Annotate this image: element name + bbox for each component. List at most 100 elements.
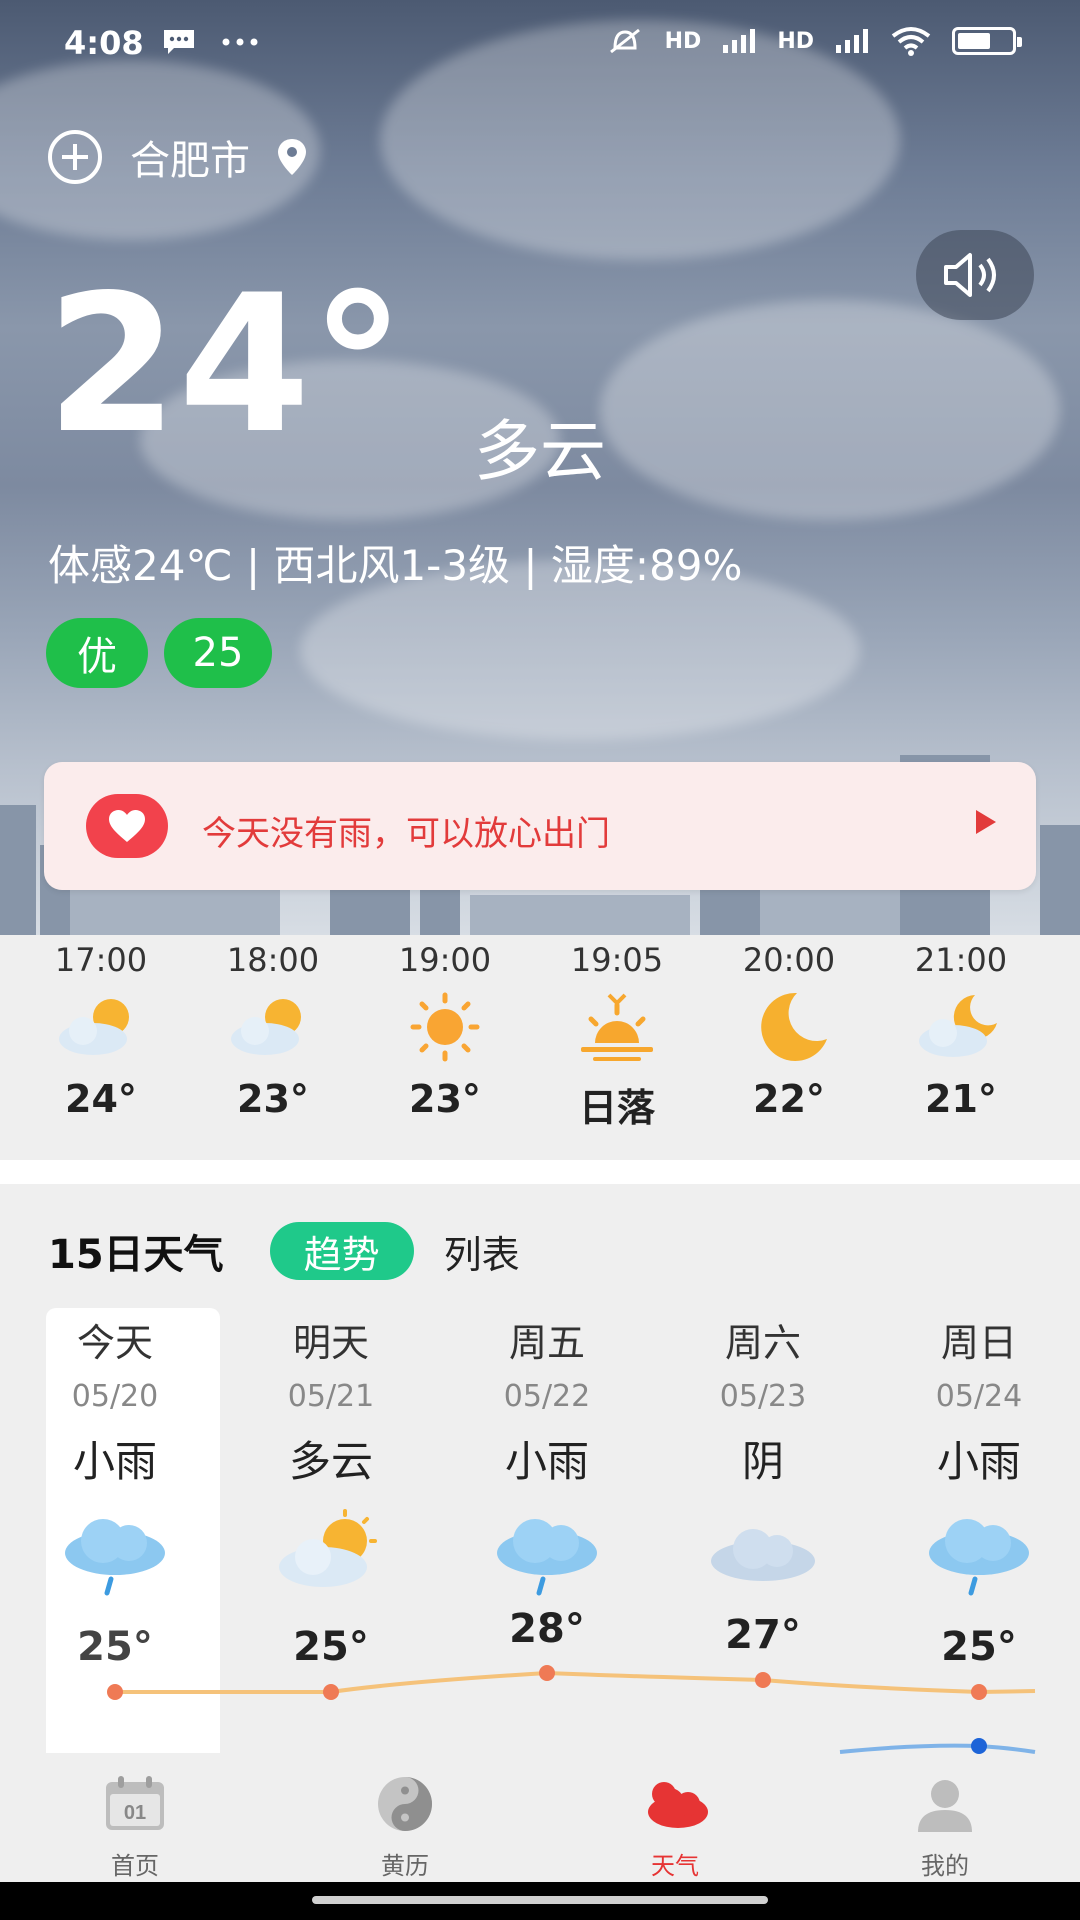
day-date: 05/21 [287, 1379, 375, 1414]
aqi-level-badge[interactable]: 优 [46, 618, 148, 688]
hourly-item[interactable]: 20:00 22° [703, 935, 875, 1121]
hourly-item[interactable]: 18:00 23° [187, 935, 359, 1121]
cloud-shape [600, 300, 1060, 520]
moon-icon [761, 992, 827, 1061]
status-notifications [162, 28, 258, 56]
day-name: 周六 [724, 1321, 801, 1365]
city-name[interactable]: 合肥市 [130, 128, 250, 186]
heart-icon [86, 794, 168, 858]
day-name: 明天 [292, 1321, 369, 1365]
alarm-muted-icon [609, 28, 640, 54]
signal-icon [723, 29, 756, 53]
battery-level [958, 33, 990, 49]
day-column[interactable]: 周六 05/23 阴 [663, 1312, 863, 1607]
signal-hd-tag: HD [664, 28, 702, 54]
hour-temp: 24° [65, 1077, 137, 1121]
day-name: 周日 [940, 1321, 1017, 1365]
high-temp-dot [971, 1684, 987, 1700]
day-condition: 阴 [741, 1437, 784, 1486]
high-temp-dot [107, 1684, 123, 1700]
tab-weather[interactable]: 天气 [600, 1774, 750, 1881]
hour-temp: 23° [237, 1077, 309, 1121]
rain-icon [929, 1519, 1029, 1596]
day-column[interactable]: 明天 05/21 多云 [231, 1312, 431, 1607]
hour-time: 17:00 [54, 941, 148, 979]
signal-hd-tag-2: HD [777, 28, 814, 54]
add-city-icon[interactable] [46, 128, 104, 186]
day-date: 05/22 [503, 1379, 591, 1414]
hour-temp: 21° [925, 1077, 997, 1121]
rain-alert-banner[interactable]: 今天没有雨，可以放心出门 [44, 762, 1036, 890]
list-tab[interactable]: 列表 [444, 1224, 520, 1279]
day-date: 05/20 [71, 1379, 159, 1414]
hourly-item[interactable]: 21:00 21° [875, 935, 1047, 1121]
speaker-icon [944, 253, 996, 297]
high-temp-dot [755, 1672, 771, 1688]
tab-label: 首页 [111, 1852, 159, 1880]
hour-temp: 22° [753, 1077, 825, 1121]
hour-time: 20:00 [742, 941, 836, 979]
day-column[interactable]: 今天 05/20 小雨 [15, 1312, 215, 1607]
tab-label: 我的 [921, 1852, 969, 1880]
hour-time: 19:05 [570, 941, 664, 979]
high-temp-line [115, 1670, 1036, 1695]
hour-time: 21:00 [914, 941, 1008, 979]
current-details: 体感24℃ | 西北风1-3级 | 湿度:89% [48, 541, 743, 590]
day-date: 05/23 [719, 1379, 807, 1414]
home-gesture-handle[interactable] [312, 1896, 768, 1904]
hourly-item[interactable]: 19:00 23° [359, 935, 531, 1121]
bottom-tab-bar: 01 首页 黄历 天气 我的 [0, 1754, 1080, 1882]
day-column[interactable]: 周五 05/22 小雨 [447, 1312, 647, 1607]
overcast-icon [711, 1529, 815, 1581]
aqi-value-badge[interactable]: 25 [164, 618, 272, 688]
wifi-icon [891, 27, 931, 56]
day-date: 05/24 [935, 1379, 1023, 1414]
play-arrow-icon[interactable] [976, 810, 996, 834]
cloud-sun-icon [59, 999, 129, 1055]
status-bar: 4:08 HD HD [0, 0, 1080, 90]
day-condition: 小雨 [504, 1437, 589, 1486]
calendar-badge: 01 [124, 1802, 146, 1824]
sunset-icon [581, 993, 653, 1061]
tab-label: 天气 [651, 1852, 699, 1880]
sun-icon [410, 992, 480, 1062]
alert-message: 今天没有雨，可以放心出门 [202, 814, 610, 854]
yin-yang-icon [378, 1777, 432, 1831]
city-header: 合肥市 [46, 128, 308, 186]
high-temp-dot [539, 1665, 555, 1681]
day-column[interactable]: 周日 05/24 小雨 [879, 1312, 1079, 1607]
day-name: 周五 [508, 1321, 585, 1365]
calendar-icon: 01 [106, 1776, 164, 1830]
tab-home[interactable]: 01 首页 [60, 1774, 210, 1881]
day-condition: 小雨 [936, 1437, 1021, 1486]
tab-almanac[interactable]: 黄历 [330, 1774, 480, 1881]
hourly-forecast[interactable]: 17:00 24° 18:00 23° 19:00 23° 19:05 日落 2… [0, 935, 1080, 1160]
voice-broadcast-button[interactable] [916, 230, 1034, 320]
low-temp-line [839, 1743, 1036, 1754]
tab-profile[interactable]: 我的 [870, 1774, 1020, 1881]
weather-cloud-icon [648, 1782, 708, 1828]
tab-label: 黄历 [381, 1852, 429, 1880]
current-temperature: 24° [46, 254, 406, 475]
signal-icon-2 [836, 29, 868, 53]
more-dots-icon [222, 38, 258, 46]
status-system-icons: HD HD [605, 26, 1022, 56]
cloud-moon-icon [919, 995, 997, 1057]
hour-time: 18:00 [226, 941, 320, 979]
battery-icon [952, 27, 1022, 55]
section-divider [0, 1160, 1080, 1184]
cloud-sun-icon [231, 999, 301, 1055]
hourly-item[interactable]: 17:00 24° [15, 935, 187, 1121]
day-name: 今天 [76, 1321, 153, 1365]
hour-temp: 日落 [578, 1086, 655, 1130]
user-icon [918, 1780, 972, 1832]
forecast-header: 15日天气 趋势 列表 [48, 1222, 520, 1280]
hourly-item[interactable]: 19:05 日落 [531, 935, 703, 1132]
location-pin-icon [278, 139, 306, 175]
cloud-sun-icon [279, 1509, 377, 1587]
rain-icon [65, 1519, 165, 1596]
trend-tab[interactable]: 趋势 [269, 1222, 414, 1280]
status-time: 4:08 [64, 24, 144, 62]
message-icon [164, 30, 194, 54]
current-condition: 多云 [474, 413, 606, 490]
